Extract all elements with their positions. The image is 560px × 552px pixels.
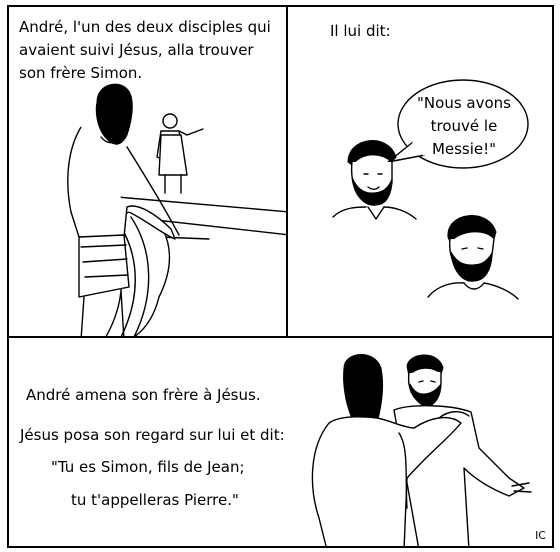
artist-signature: IC bbox=[535, 529, 546, 542]
fisherman-illustration bbox=[67, 83, 286, 336]
panel-1: André, l'un des deux disciples qui avaie… bbox=[7, 5, 288, 338]
distant-figure bbox=[156, 113, 204, 194]
comic-page: André, l'un des deux disciples qui avaie… bbox=[0, 0, 560, 552]
bubble-line-3: Messie!" bbox=[431, 140, 497, 158]
bubble-line-2: trouvé le bbox=[430, 117, 498, 135]
panel-2: Il lui dit: "Nous avons trouvé le Messie… bbox=[286, 5, 554, 338]
bubble-line-1: "Nous avons bbox=[417, 94, 511, 112]
panel-3: André amena son frère à Jésus. Jésus pos… bbox=[7, 336, 554, 548]
disciples-illustration bbox=[332, 79, 529, 300]
speech-bubble-text: "Nous avons trouvé le Messie!" bbox=[408, 92, 520, 161]
simon-figure bbox=[427, 215, 519, 300]
jesus-and-simon-illustration bbox=[311, 354, 532, 546]
